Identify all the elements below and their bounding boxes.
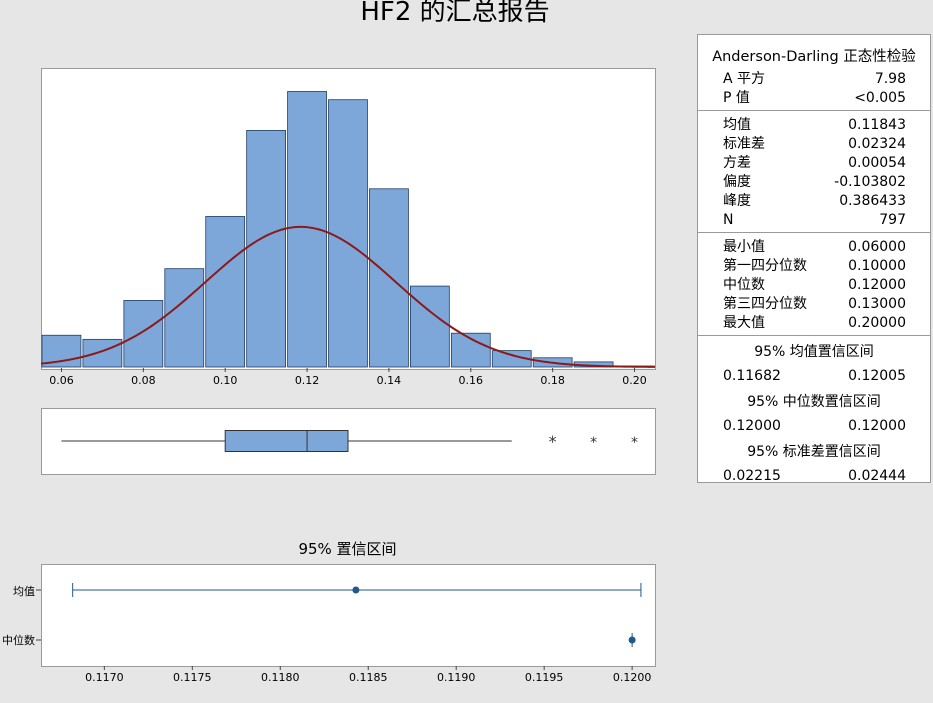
histogram-bar xyxy=(409,285,450,368)
stat-value: 0.11843 xyxy=(848,117,906,133)
stat-row: 第一四分位数 0.10000 xyxy=(698,257,930,276)
intervals-section: 95% 均值置信区间 0.11682 0.12005 95% 中位数置信区间 0.… xyxy=(698,336,930,490)
stat-row: 峰度 0.386433 xyxy=(698,192,930,211)
x-tick-label: 0.16 xyxy=(459,374,484,387)
interval-title: 95% 标准差置信区间 xyxy=(747,444,881,460)
histogram-bar xyxy=(82,338,123,368)
ci-x-tick-label: 0.1190 xyxy=(437,671,476,684)
stat-label: 最大值 xyxy=(723,315,765,331)
x-tick-label: 0.10 xyxy=(213,374,238,387)
boxplot-outlier: * xyxy=(631,435,638,451)
interval-values: 0.12000 0.12000 xyxy=(698,414,930,438)
stat-value: 797 xyxy=(879,212,906,228)
stat-value: 0.02324 xyxy=(848,136,906,152)
stat-label: 最小值 xyxy=(723,239,765,255)
stat-value: 0.00054 xyxy=(848,155,906,171)
interval-high: 0.02444 xyxy=(848,468,906,484)
stat-value: <0.005 xyxy=(854,90,906,106)
stat-row: 第三四分位数 0.13000 xyxy=(698,295,930,314)
ci-x-tick-label: 0.1180 xyxy=(261,671,300,684)
ci-x-tick-label: 0.1200 xyxy=(613,671,652,684)
stat-value: 7.98 xyxy=(874,71,906,87)
stat-label: A 平方 xyxy=(723,71,766,87)
interval-values: 0.02215 0.02444 xyxy=(698,464,930,488)
interval-high: 0.12000 xyxy=(848,418,906,434)
stat-value: 0.386433 xyxy=(839,193,906,209)
stat-label: 均值 xyxy=(723,117,751,133)
stat-row: 最小值 0.06000 xyxy=(698,238,930,257)
histogram-bar xyxy=(123,300,164,368)
histogram-bar xyxy=(246,130,287,368)
stat-value: 0.10000 xyxy=(848,258,906,274)
boxplot-outlier: * xyxy=(590,435,597,451)
ad-test-title: Anderson-Darling 正态性检验 xyxy=(712,49,916,65)
stat-row: 均值 0.11843 xyxy=(698,116,930,135)
stat-row: 中位数 0.12000 xyxy=(698,276,930,295)
boxplot-box xyxy=(224,430,349,452)
ad-test-section: Anderson-Darling 正态性检验 A 平方 7.98 P 值 <0.00… xyxy=(698,35,930,111)
stat-label: 标准差 xyxy=(723,136,765,152)
x-tick-label: 0.08 xyxy=(131,374,156,387)
interval-title: 95% 均值置信区间 xyxy=(754,344,874,360)
stat-row: 方差 0.00054 xyxy=(698,154,930,173)
x-tick-label: 0.14 xyxy=(377,374,402,387)
stat-label: P 值 xyxy=(723,90,750,106)
histogram-bar xyxy=(369,188,409,368)
ci-x-tick-label: 0.1175 xyxy=(173,671,212,684)
stat-label: 中位数 xyxy=(723,277,765,293)
histogram-bar xyxy=(164,268,205,368)
stat-value: 0.06000 xyxy=(848,239,906,255)
ci-x-tick-label: 0.1195 xyxy=(525,671,564,684)
interval-high: 0.12005 xyxy=(848,368,906,384)
ci-x-tick-label: 0.1170 xyxy=(85,671,124,684)
stat-label: 第三四分位数 xyxy=(723,296,807,312)
interval-low: 0.02215 xyxy=(723,468,781,484)
stat-label: 方差 xyxy=(723,155,751,171)
stat-label: 偏度 xyxy=(723,174,751,190)
interval-low: 0.12000 xyxy=(723,418,781,434)
interval-title: 95% 中位数置信区间 xyxy=(747,394,881,410)
stat-row: 偏度 -0.103802 xyxy=(698,173,930,192)
ci-mean-point xyxy=(352,586,360,594)
quantiles-section: 最小值 0.06000 第一四分位数 0.10000 中位数 0.12000 第三四分… xyxy=(698,233,930,336)
boxplot-outlier: * xyxy=(549,432,557,451)
stats-panel: Anderson-Darling 正态性检验 A 平方 7.98 P 值 <0.00… xyxy=(697,34,931,484)
stat-row: A 平方 7.98 xyxy=(698,70,930,89)
x-tick-label: 0.20 xyxy=(622,374,647,387)
x-tick-label: 0.12 xyxy=(295,374,320,387)
interval-values: 0.11682 0.12005 xyxy=(698,364,930,388)
stat-value: -0.103802 xyxy=(834,174,906,190)
stat-label: 峰度 xyxy=(723,193,751,209)
stat-label: 第一四分位数 xyxy=(723,258,807,274)
x-tick-label: 0.06 xyxy=(49,374,74,387)
stat-row: P 值 <0.005 xyxy=(698,89,930,108)
stat-row: 标准差 0.02324 xyxy=(698,135,930,154)
stat-row: 最大值 0.20000 xyxy=(698,314,930,333)
ci-x-tick-label: 0.1185 xyxy=(349,671,388,684)
histogram-bar xyxy=(205,216,246,368)
stat-value: 0.12000 xyxy=(848,277,906,293)
moments-section: 均值 0.11843 标准差 0.02324 方差 0.00054 偏度 -0.1038… xyxy=(698,111,930,233)
histogram-bar xyxy=(328,99,368,368)
stat-label: N xyxy=(723,212,734,228)
stat-value: 0.20000 xyxy=(848,315,906,331)
ci-median-point xyxy=(628,636,636,644)
x-tick-label: 0.18 xyxy=(540,374,565,387)
stat-value: 0.13000 xyxy=(848,296,906,312)
stat-row: N 797 xyxy=(698,211,930,230)
interval-low: 0.11682 xyxy=(723,368,781,384)
